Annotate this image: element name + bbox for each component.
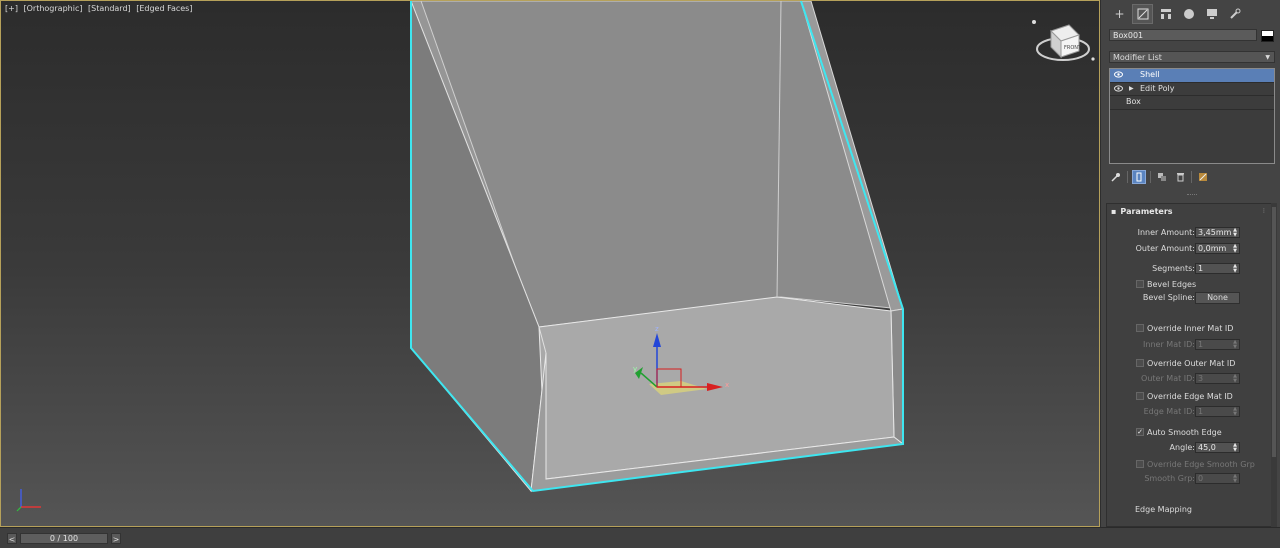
rollout-title[interactable]: ▪ Parameters: [1111, 207, 1173, 216]
make-unique-icon[interactable]: [1155, 170, 1169, 184]
expand-triangle-icon[interactable]: ▶: [1129, 83, 1134, 95]
modifier-list-dropdown[interactable]: Modifier List ▼: [1109, 51, 1275, 63]
pin-stack-icon[interactable]: [1109, 170, 1123, 184]
toolbar-divider: [1150, 171, 1151, 183]
outer-amount-label: Outer Amount:: [1135, 244, 1195, 253]
bevel-edges-checkbox[interactable]: Bevel Edges: [1136, 279, 1196, 291]
override-edge-mat-checkbox[interactable]: Override Edge Mat ID: [1136, 391, 1233, 403]
eye-icon[interactable]: [1114, 84, 1123, 92]
chevron-down-icon: ▼: [1265, 54, 1270, 61]
override-outer-mat-checkbox[interactable]: Override Outer Mat ID: [1136, 358, 1235, 370]
angle-spinner[interactable]: 45,0 ▲ ▼: [1195, 442, 1240, 453]
display-tab-icon[interactable]: [1201, 4, 1222, 24]
eye-icon[interactable]: [1114, 71, 1123, 78]
configure-modifier-sets-icon[interactable]: [1196, 170, 1210, 184]
command-panel: + Box001 Modifier List ▼ Shell ▶ Edit Po: [1100, 0, 1280, 527]
viewcube-widget[interactable]: FRONT: [1029, 19, 1100, 69]
stack-toolbar: [1109, 169, 1210, 185]
motion-tab-icon[interactable]: [1178, 4, 1199, 24]
stack-item-label: Box: [1126, 97, 1141, 106]
gizmo-z-label: z: [655, 325, 659, 333]
shell-object-mesh[interactable]: z x y: [1, 1, 1100, 527]
edge-mat-spinner[interactable]: 1 ▲ ▼: [1195, 406, 1240, 417]
next-frame-button[interactable]: >: [111, 533, 121, 544]
stack-item-label: Edit Poly: [1140, 83, 1175, 93]
segments-label: Segments:: [1152, 264, 1195, 273]
remove-modifier-trash-icon[interactable]: [1173, 170, 1187, 184]
bevel-spline-row: Bevel Spline: None: [1107, 292, 1273, 306]
segments-spinner[interactable]: 1 ▲ ▼: [1195, 263, 1240, 274]
create-tab-plus-icon[interactable]: +: [1109, 4, 1130, 24]
panel-resize-grip[interactable]: [1187, 194, 1197, 198]
checkbox-box[interactable]: [1136, 279, 1144, 288]
edge-mat-row: Edge Mat ID: 1 ▲ ▼: [1107, 406, 1273, 420]
smooth-grp-row: Smooth Grp: 0 ▲ ▼: [1107, 473, 1273, 487]
parameters-rollout: ▪ Parameters ⁞ Inner Amount: 3,45mm ▲ ▼ Out…: [1106, 203, 1272, 527]
smooth-grp-spinner[interactable]: 0 ▲ ▼: [1195, 473, 1240, 484]
panel-scrollbar[interactable]: [1271, 203, 1277, 527]
show-end-result-icon[interactable]: [1132, 170, 1146, 184]
outer-amount-row: Outer Amount: 0,0mm ▲ ▼: [1107, 243, 1273, 257]
stack-item-shell[interactable]: Shell: [1110, 69, 1274, 83]
toolbar-divider: [1191, 171, 1192, 183]
inner-amount-spinner[interactable]: 3,45mm ▲ ▼: [1195, 227, 1240, 238]
stack-item-box[interactable]: Box: [1110, 96, 1274, 110]
perspective-viewport[interactable]: [+] [Orthographic] [Standard] [Edged Fac…: [0, 0, 1100, 527]
modifier-list-label: Modifier List: [1113, 53, 1162, 62]
hierarchy-tab-icon[interactable]: [1155, 4, 1176, 24]
viewcube-front-label: FRONT: [1064, 45, 1082, 51]
time-slider-bar: < 0 / 100 >: [0, 527, 1280, 548]
angle-row: Angle: 45,0 ▲ ▼: [1107, 442, 1273, 456]
edge-mat-label: Edge Mat ID:: [1143, 407, 1195, 416]
inner-amount-label: Inner Amount:: [1137, 228, 1195, 237]
stack-item-edit-poly[interactable]: ▶ Edit Poly: [1110, 83, 1274, 96]
modify-tab-icon[interactable]: [1132, 4, 1153, 24]
edge-mapping-label: Edge Mapping: [1135, 505, 1193, 514]
toolbar-divider: [1127, 171, 1128, 183]
outer-mat-row: Outer Mat ID: 3 ▲ ▼: [1107, 373, 1273, 387]
modifier-stack[interactable]: Shell ▶ Edit Poly Box: [1109, 68, 1275, 164]
outer-amount-spinner[interactable]: 0,0mm ▲ ▼: [1195, 243, 1240, 254]
collapse-icon[interactable]: ▪: [1111, 207, 1116, 216]
smooth-grp-label: Smooth Grp:: [1144, 474, 1195, 483]
checkmark-icon[interactable]: ✓: [1136, 427, 1144, 436]
prev-frame-button[interactable]: <: [7, 533, 17, 544]
scrollbar-thumb[interactable]: [1272, 207, 1276, 457]
bevel-spline-label: Bevel Spline:: [1142, 293, 1195, 302]
auto-smooth-edge-checkbox[interactable]: ✓ Auto Smooth Edge: [1136, 427, 1222, 439]
world-axis-tripod: [16, 489, 41, 512]
checkbox-box[interactable]: [1136, 358, 1144, 367]
gizmo-y-label: y: [633, 365, 637, 373]
segments-row: Segments: 1 ▲ ▼: [1107, 263, 1273, 277]
object-name-input[interactable]: Box001: [1109, 29, 1257, 41]
rollout-grip-icon: ⁞: [1262, 207, 1265, 215]
inner-mat-spinner[interactable]: 1 ▲ ▼: [1195, 339, 1240, 350]
inner-mat-row: Inner Mat ID: 1 ▲ ▼: [1107, 339, 1273, 353]
command-panel-tabs: +: [1109, 4, 1245, 24]
checkbox-box[interactable]: [1136, 323, 1144, 332]
angle-label: Angle:: [1169, 443, 1195, 452]
object-color-swatch[interactable]: [1261, 30, 1274, 42]
outer-mat-spinner[interactable]: 3 ▲ ▼: [1195, 373, 1240, 384]
inner-amount-row: Inner Amount: 3,45mm ▲ ▼: [1107, 227, 1273, 241]
override-edge-smooth-grp-checkbox[interactable]: Override Edge Smooth Grp: [1136, 459, 1255, 471]
override-inner-mat-checkbox[interactable]: Override Inner Mat ID: [1136, 323, 1233, 335]
gizmo-x-label: x: [725, 381, 729, 389]
utilities-wrench-icon[interactable]: [1224, 4, 1245, 24]
stack-item-label: Shell: [1140, 70, 1160, 79]
checkbox-box[interactable]: [1136, 391, 1144, 400]
time-slider[interactable]: 0 / 100: [20, 533, 108, 544]
bevel-spline-pick-button[interactable]: None: [1195, 292, 1240, 304]
checkbox-box[interactable]: [1136, 459, 1144, 468]
outer-mat-label: Outer Mat ID:: [1141, 374, 1195, 383]
inner-mat-label: Inner Mat ID:: [1143, 340, 1195, 349]
